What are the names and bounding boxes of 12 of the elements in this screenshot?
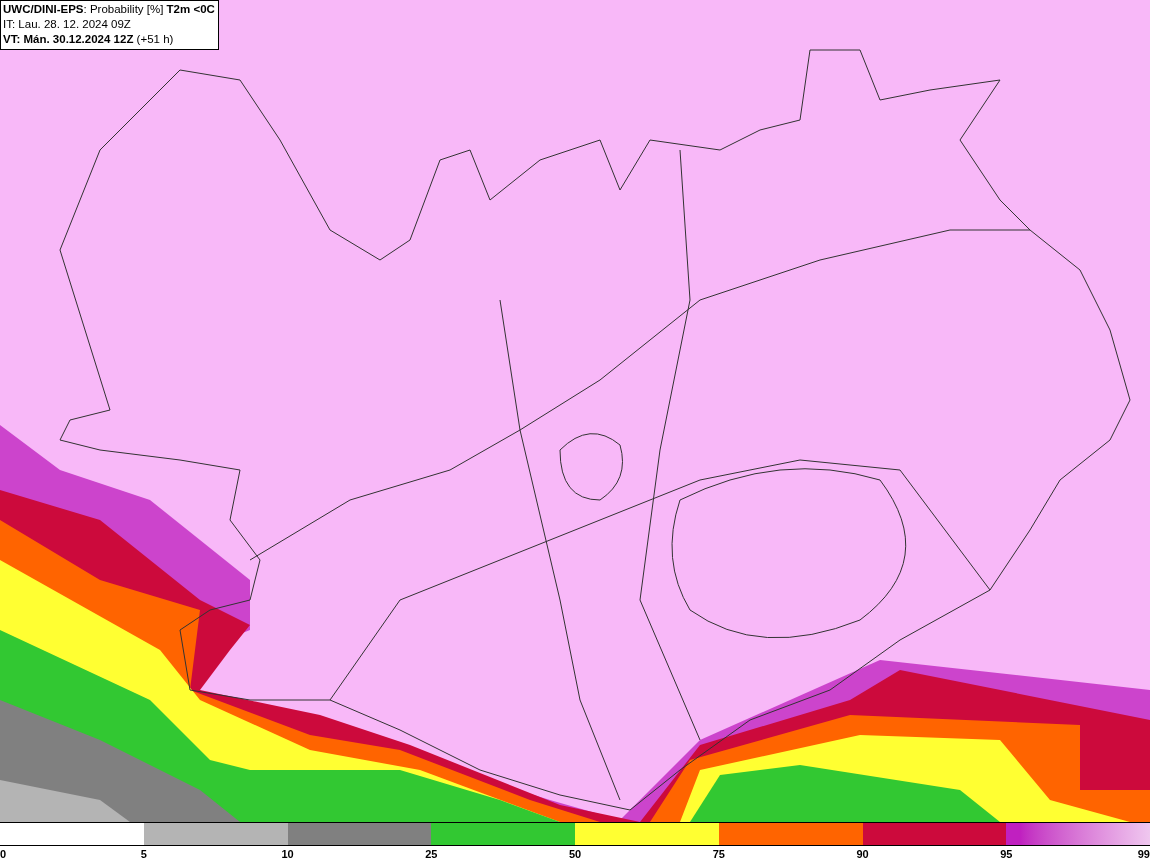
scale-label: 10 (281, 848, 294, 861)
scale-label: 50 (568, 848, 582, 861)
scale-label: 25 (425, 848, 438, 861)
scale-label: 5 (140, 848, 147, 861)
scale-label: 90 (856, 848, 869, 861)
initial-time: IT: Lau. 28. 12. 2024 09Z (3, 17, 132, 32)
scale-label: 75 (712, 848, 725, 861)
scale-label: 95 (1000, 848, 1013, 861)
valid-time: VT: Mán. 30.12.2024 12Z (+51 h) (3, 32, 175, 47)
scale-label: 0 (0, 848, 7, 861)
scale-label: 99 (1137, 848, 1150, 861)
map-title: UWC/DINI-EPS: Probability [%] T2m <0C (3, 2, 215, 17)
